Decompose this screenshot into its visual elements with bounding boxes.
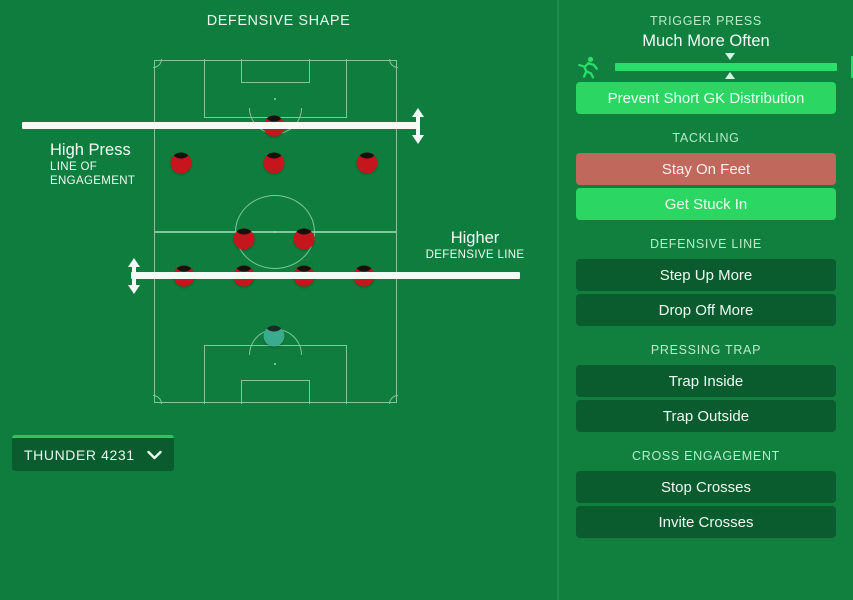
trigger-press-heading: TRIGGER PRESS <box>650 14 762 28</box>
option-stop-crosses[interactable]: Stop Crosses <box>576 471 836 503</box>
line-of-engagement-drag-handle-icon[interactable] <box>411 108 425 144</box>
own-six-yard-box <box>241 380 310 404</box>
instructions-panel: TRIGGER PRESS Much More Often Prevent Sh… <box>559 0 853 600</box>
runner-icon <box>575 56 601 85</box>
group-heading-pressing-trap: PRESSING TRAP <box>650 343 762 357</box>
group-heading-defensive-line: DEFENSIVE LINE <box>650 237 762 251</box>
defensive-line-label: Higher DEFENSIVE LINE <box>417 228 533 262</box>
defensive-shape-panel: DEFENSIVE SHAPE High Press LINE OF ENGAG… <box>0 0 557 600</box>
centre-spot <box>274 231 276 233</box>
defensive-line-drag-handle-icon[interactable] <box>127 258 141 294</box>
option-invite-crosses[interactable]: Invite Crosses <box>576 506 836 538</box>
tactics-screen: DEFENSIVE SHAPE High Press LINE OF ENGAG… <box>0 0 853 600</box>
trigger-press-slider-marker-top[interactable] <box>725 53 736 60</box>
opposition-penalty-spot <box>274 98 276 100</box>
own-penalty-spot <box>274 363 276 365</box>
trigger-press-slider-track[interactable] <box>615 63 837 71</box>
trigger-press-slider[interactable] <box>575 53 853 81</box>
pitch-diagram[interactable] <box>153 59 398 404</box>
formation-dropdown[interactable]: THUNDER 4231 <box>12 435 174 471</box>
defensive-line-bar[interactable] <box>131 272 520 279</box>
formation-dropdown-label: THUNDER 4231 <box>24 446 135 463</box>
player-marker-left-centre-mid[interactable] <box>233 228 255 250</box>
player-marker-attacking-mid[interactable] <box>263 152 285 174</box>
option-step-up-more[interactable]: Step Up More <box>576 259 836 291</box>
option-trap-inside[interactable]: Trap Inside <box>576 365 836 397</box>
chevron-down-icon <box>147 450 162 460</box>
defensive-line-value: Higher <box>450 229 500 247</box>
player-marker-left-winger[interactable] <box>170 152 192 174</box>
group-heading-cross-engagement: CROSS ENGAGEMENT <box>631 449 781 463</box>
trigger-press-slider-marker-bottom[interactable] <box>725 72 736 79</box>
line-of-engagement-value: High Press <box>50 141 131 159</box>
line-of-engagement-caption-2: ENGAGEMENT <box>50 175 136 187</box>
line-of-engagement-caption-1: LINE OF <box>50 161 98 173</box>
defensive-line-caption: DEFENSIVE LINE <box>425 249 525 261</box>
group-heading-tackling: TACKLING <box>672 131 740 145</box>
line-of-engagement-label: High Press LINE OF ENGAGEMENT <box>50 140 135 188</box>
option-stay-on-feet[interactable]: Stay On Feet <box>576 153 836 185</box>
opposition-six-yard-box <box>241 59 310 83</box>
player-marker-right-centre-mid[interactable] <box>293 228 315 250</box>
player-marker-goalkeeper[interactable] <box>263 325 285 347</box>
player-marker-right-winger[interactable] <box>356 152 378 174</box>
option-trap-outside[interactable]: Trap Outside <box>576 400 836 432</box>
option-prevent-short-gk-distribution[interactable]: Prevent Short GK Distribution <box>576 82 836 114</box>
option-get-stuck-in[interactable]: Get Stuck In <box>576 188 836 220</box>
line-of-engagement-bar[interactable] <box>22 122 418 129</box>
trigger-press-value: Much More Often <box>642 32 770 50</box>
option-drop-off-more[interactable]: Drop Off More <box>576 294 836 326</box>
page-title: DEFENSIVE SHAPE <box>206 13 351 29</box>
